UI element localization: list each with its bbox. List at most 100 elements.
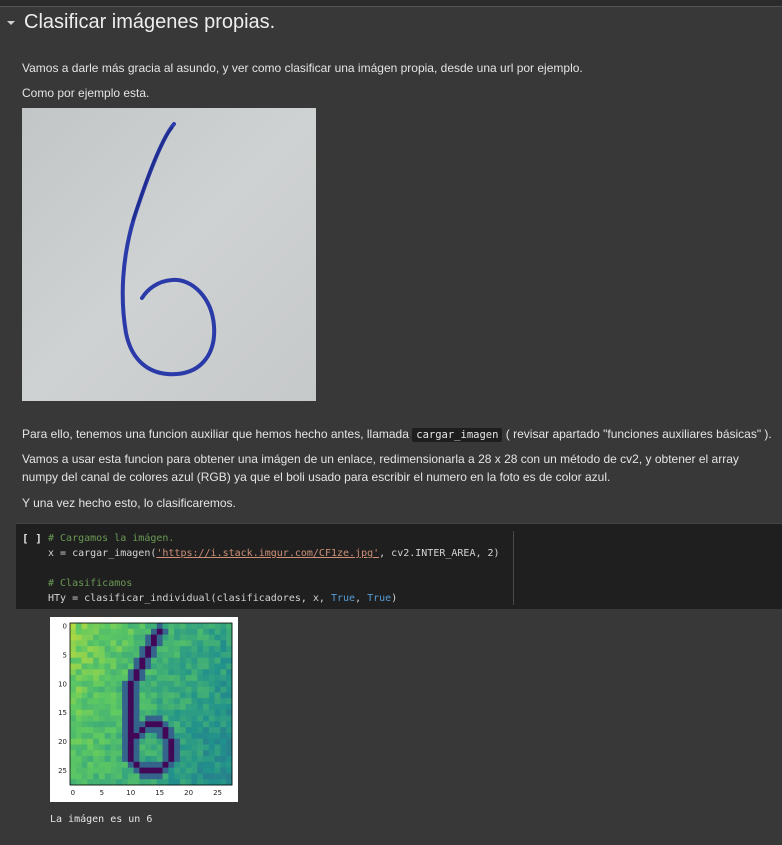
heatmap-cell: [220, 623, 227, 630]
heatmap-cell: [197, 761, 204, 769]
heatmap-cell: [98, 779, 106, 786]
heatmap-cell: [81, 669, 88, 676]
heatmap-cell: [226, 663, 233, 670]
heatmap-cell: [75, 704, 82, 711]
heatmap-cell: [203, 663, 210, 670]
heatmap-cell: [214, 669, 221, 676]
heatmap-cell: [122, 640, 129, 647]
url-link[interactable]: 'https://i.stack.imgur.com/CF1ze.jpg': [156, 548, 379, 559]
heatmap-cell: [179, 680, 187, 688]
heatmap-cell: [162, 715, 169, 722]
heatmap-cell: [87, 623, 94, 630]
heatmap-cell: [226, 744, 233, 751]
heatmap-cell: [168, 692, 175, 699]
heatmap-cell: [226, 640, 233, 647]
heatmap-cell: [110, 715, 117, 722]
heatmap-cell: [162, 721, 169, 728]
heatmap-cell: [220, 628, 227, 635]
code-editor[interactable]: # Cargamos la imágen. x = cargar_imagen(…: [48, 531, 514, 605]
heatmap-cell: [127, 715, 135, 722]
heatmap-cell: [185, 657, 192, 664]
heatmap-cell: [104, 773, 111, 780]
heatmap-cell: [168, 727, 175, 734]
heatmap-cell: [151, 779, 158, 786]
heatmap-cell: [104, 727, 111, 734]
heatmap-cell: [70, 634, 77, 641]
heatmap-cell: [104, 698, 111, 705]
heatmap-cell: [70, 773, 77, 780]
heatmap-cell: [70, 767, 77, 774]
handwritten-six-image: [22, 108, 316, 401]
heatmap-cell: [98, 698, 106, 705]
heatmap-cell: [87, 628, 94, 635]
heatmap-cell: [203, 686, 210, 693]
collapse-chevron-icon[interactable]: [4, 16, 18, 30]
heatmap-cell: [98, 680, 106, 688]
heatmap-cell: [75, 628, 82, 635]
heatmap-cell: [168, 721, 175, 728]
heatmap-cell: [185, 704, 192, 711]
heatmap-cell: [214, 663, 221, 670]
heatmap-cell: [75, 651, 82, 659]
heatmap-cell: [174, 704, 181, 711]
heatmap-cell: [122, 767, 129, 774]
heatmap-cell: [70, 657, 77, 664]
heatmap-cell: [87, 669, 94, 676]
heatmap-cell: [87, 646, 94, 653]
heatmap-cell: [208, 698, 216, 705]
heatmap-cell: [104, 640, 111, 647]
heatmap-cell: [156, 628, 163, 635]
heatmap-cell: [81, 721, 88, 728]
heatmap-cell: [191, 767, 198, 774]
heatmap-cell: [116, 628, 123, 635]
heatmap-cell: [116, 756, 123, 763]
heatmap-cell: [179, 738, 187, 745]
heatmap-cell: [203, 692, 210, 699]
heatmap-cell: [226, 773, 233, 780]
heatmap-cell: [122, 715, 129, 722]
heatmap-cell: [168, 767, 175, 774]
heatmap-cell: [110, 709, 117, 716]
run-cell-button[interactable]: [ ]: [22, 532, 42, 545]
code-cell[interactable]: [ ] # Cargamos la imágen. x = cargar_ima…: [16, 523, 782, 610]
intro-paragraph: Vamos a darle más gracia al asundo, y ve…: [22, 61, 583, 75]
heatmap-cell: [220, 732, 227, 740]
heatmap-svg: 0 5 10 15 20 25 0 5 10 15 20 25: [58, 622, 233, 797]
heatmap-cell: [122, 634, 129, 641]
heatmap-cell: [214, 675, 221, 682]
heatmap-cell: [110, 663, 117, 670]
heatmap-cell: [168, 646, 175, 653]
heatmap-cell: [81, 744, 88, 751]
heatmap-cell: [122, 744, 129, 751]
heatmap-cell: [98, 663, 106, 670]
heatmap-cell: [87, 727, 94, 734]
cell-output: 0 5 10 15 20 25 0 5 10 15 20 25 La imágen es un 6: [16, 609, 782, 845]
heatmap-cell: [75, 657, 82, 664]
heatmap-cell: [168, 686, 175, 693]
heatmap-cell: [162, 727, 169, 734]
heatmap-cell: [93, 680, 100, 688]
heatmap-cell: [191, 628, 198, 635]
inline-code-cargar-imagen: cargar_imagen: [412, 428, 503, 442]
heatmap-cell: [133, 709, 140, 716]
heatmap-cell: [179, 669, 187, 676]
heatmap-cell: [179, 623, 187, 630]
heatmap-cell: [70, 727, 77, 734]
heatmap-cell: [116, 692, 123, 699]
heatmap-cell: [162, 709, 169, 716]
heatmap-cell: [162, 767, 169, 774]
heatmap-cell: [127, 651, 135, 659]
heatmap-cell: [179, 692, 187, 699]
section-header[interactable]: Clasificar imágenes propias.: [4, 11, 275, 34]
heatmap-cell: [127, 732, 135, 740]
heatmap-cell: [104, 651, 111, 659]
section-title: Clasificar imágenes propias.: [24, 11, 276, 33]
heatmap-cell: [151, 709, 158, 716]
heatmap-cell: [185, 680, 192, 688]
heatmap-cell: [110, 773, 117, 780]
heatmap-cell: [151, 680, 158, 688]
heatmap-cell: [197, 634, 204, 641]
heatmap-cell: [139, 756, 146, 763]
heatmap-cell: [98, 761, 106, 769]
code-text: HTy = clasificar_individual(clasificador…: [48, 593, 331, 604]
